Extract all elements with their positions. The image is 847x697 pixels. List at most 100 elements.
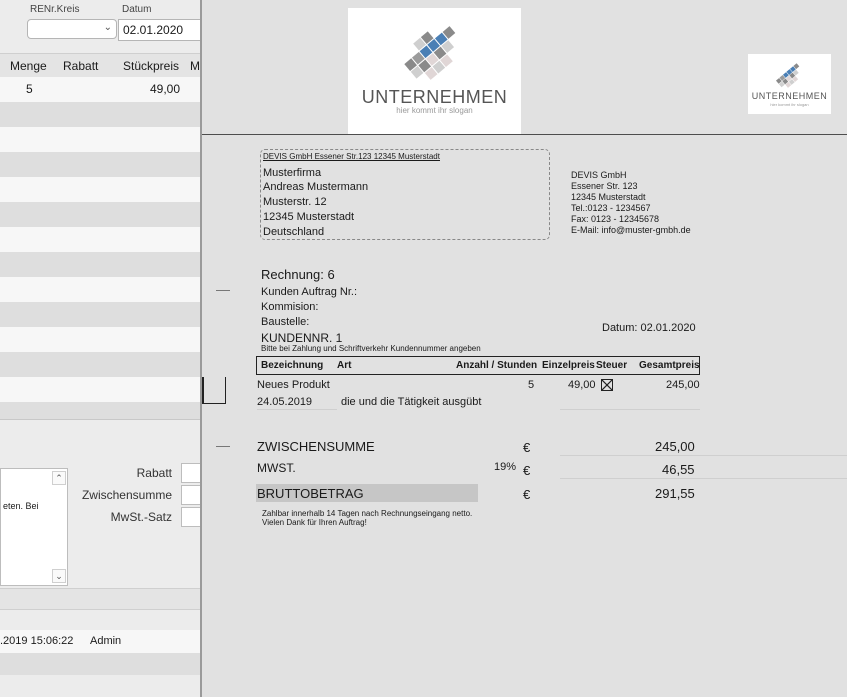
zwischensumme-label: Zwischensumme [81,488,172,502]
chevron-down-icon: ⌄ [103,22,112,33]
mwst-rate: 19% [494,461,517,473]
th-bezeichnung: Bezeichnung [261,360,324,371]
company-line: DEVIS GmbH [571,170,627,180]
datum-field[interactable]: 02.01.2020 [118,19,200,41]
column-menge[interactable]: Menge [10,59,47,73]
renr-kreis-label: RENr.Kreis [30,4,80,15]
mwst-satz-field[interactable] [181,507,200,527]
table-row[interactable] [0,377,200,402]
th-steuer: Steuer [596,360,628,371]
scroll-down-icon[interactable]: ⌄ [52,569,66,583]
table-row[interactable] [0,177,200,202]
item-gesamtpreis: 245,00 [666,379,700,391]
log-row[interactable]: .2019 15:06:22 Admin [0,630,200,653]
currency-symbol: € [523,463,531,478]
log-timestamp: .2019 15:06:22 [0,635,74,647]
logo-name: UNTERNEHMEN [361,87,508,107]
checkbox-cross-icon [602,380,612,390]
notes-textarea[interactable]: eten. Bei ⌃ ⌄ [0,468,68,586]
logo-icon [775,63,800,88]
logo-slogan: hier kommt ihr slogan [770,102,809,107]
table-row[interactable] [0,152,200,177]
brutto-label: BRUTTOBETRAG [257,486,364,501]
table-row[interactable] [0,277,200,302]
table-row[interactable]: 5 49,00 [0,77,200,102]
mwst-value: 46,55 [662,462,695,477]
payment-terms: Zahlbar innerhalb 14 Tagen nach Rechnung… [262,509,473,518]
recipient-line: Deutschland [263,226,325,238]
table-row[interactable] [0,127,200,152]
company-line: Fax: 0123 - 12345678 [571,214,660,224]
recipient-line: 12345 Musterstadt [263,211,355,223]
table-header: Menge Rabatt Stückpreis M [0,53,200,79]
table-row[interactable] [0,327,200,352]
table-row[interactable] [0,402,200,420]
datum-label: Datum [122,4,152,15]
th-einzelpreis: Einzelpreis [542,360,595,371]
renr-kreis-select[interactable]: ⌄ [27,19,117,39]
fold-mark [216,446,230,447]
th-anzahl: Anzahl / Stunden [456,360,538,371]
table-row[interactable] [0,302,200,327]
divider [560,478,847,479]
recipient-line: Andreas Mustermann [263,181,369,193]
item-einzelpreis: 49,00 [568,379,596,391]
column-rabatt[interactable]: Rabatt [63,59,98,73]
th-gesamtpreis: Gesamtpreis [639,360,700,371]
recipient-address-box: DEVIS GmbH Essener Str.123 12345 Musters… [260,149,550,240]
table-row[interactable] [0,352,200,377]
recipient-line: Musterfirma [263,167,322,179]
selection-marker [202,377,226,404]
document-header: UNTERNEHMEN hier kommt ihr slogan UNTERN… [202,0,847,135]
log-user: Admin [90,635,122,647]
kundennr: KUNDENNR. 1 [261,331,343,345]
column-stueckpreis[interactable]: Stückpreis [123,59,179,73]
invoice-preview: UNTERNEHMEN hier kommt ihr slogan UNTERN… [200,0,847,697]
logo-icon [404,26,456,80]
mwst-satz-label: MwSt.-Satz [110,510,172,524]
item-name: Neues Produkt [257,379,330,391]
divider [257,409,337,410]
th-art: Art [337,360,352,371]
cell-menge: 5 [26,82,33,96]
table-row[interactable] [0,202,200,227]
cell-stueckpreis: 49,00 [150,82,181,96]
company-line: 12345 Musterstadt [571,192,646,202]
table-row[interactable] [0,227,200,252]
logo-slogan: hier kommt ihr slogan [396,106,473,115]
log-row[interactable] [0,653,200,675]
logo-name: UNTERNEHMEN [751,91,828,101]
company-line: Tel.:0123 - 1234567 [571,203,651,213]
fold-mark [216,290,230,291]
item-date: 24.05.2019 [257,396,313,408]
invoice-date: Datum: 02.01.2020 [602,322,696,334]
log-header [0,588,200,610]
currency-symbol: € [523,487,531,502]
rabatt-label: Rabatt [136,466,172,480]
table-row[interactable] [0,252,200,277]
sender-line: DEVIS GmbH Essener Str.123 12345 Musters… [263,152,440,161]
selection-marker-bar [202,377,204,404]
scroll-up-icon[interactable]: ⌃ [52,471,66,485]
invoice-title: Rechnung: 6 [261,267,335,282]
company-line: E-Mail: info@muster-gmbh.de [571,225,691,235]
rabatt-field[interactable] [181,463,200,483]
thank-you: Vielen Dank für Ihren Auftrag! [262,518,367,527]
company-logo-small: UNTERNEHMEN hier kommt ihr slogan [748,54,831,114]
brutto-value: 291,55 [655,486,695,501]
table-row[interactable] [0,102,200,127]
zwischensumme-field[interactable] [181,485,200,505]
company-logo-large: UNTERNEHMEN hier kommt ihr slogan [348,8,521,134]
tax-checkbox[interactable] [601,379,613,391]
zwischensumme-value: 245,00 [655,439,695,454]
item-anzahl: 5 [528,379,535,391]
baustelle: Baustelle: [261,316,310,328]
background-window: RENr.Kreis Datum ⌄ 02.01.2020 Menge Raba… [0,0,200,697]
zwischensumme-label: ZWISCHENSUMME [257,439,375,454]
kommision: Kommision: [261,301,319,313]
divider [560,455,847,456]
column-m[interactable]: M [190,59,200,73]
kunden-auftrag: Kunden Auftrag Nr.: [261,286,358,298]
item-description: die und die Tätigkeit ausgübt [341,396,482,408]
recipient-line: Musterstr. 12 [263,196,327,208]
